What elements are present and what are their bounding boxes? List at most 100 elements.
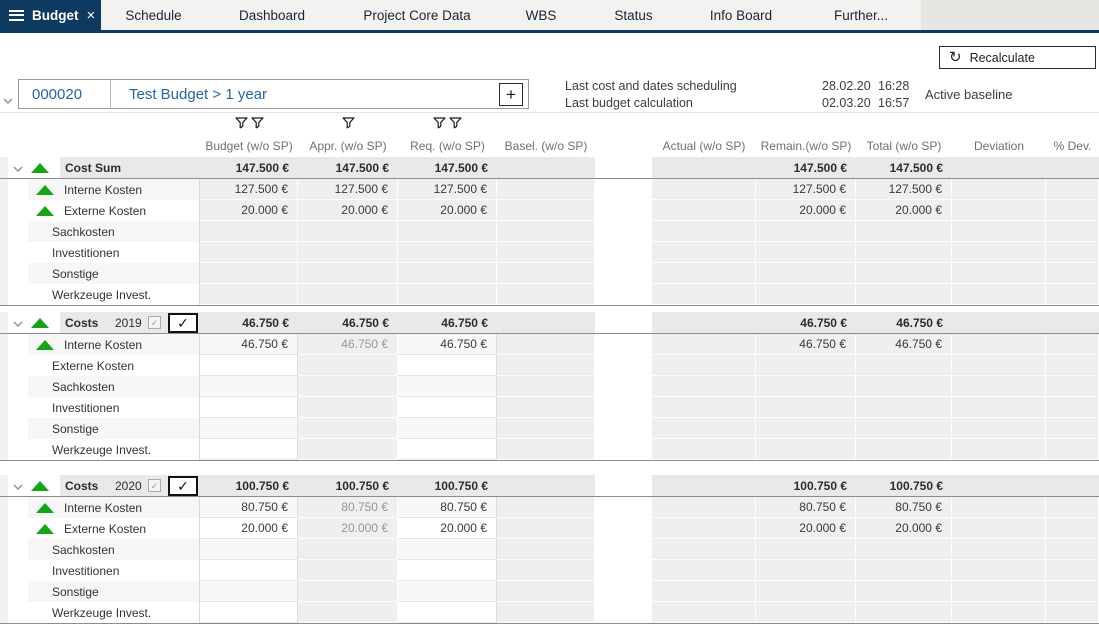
project-name: Test Budget > 1 year	[111, 86, 528, 103]
filter-icons[interactable]	[200, 117, 298, 129]
cell-req[interactable]	[398, 581, 497, 602]
cell-req[interactable]	[398, 439, 497, 460]
scheduling-date: 28.02.20	[822, 78, 878, 95]
filter-icon[interactable]	[235, 117, 248, 129]
hamburger-icon[interactable]	[9, 10, 24, 21]
add-button[interactable]: +	[499, 83, 523, 106]
year-checkbox[interactable]: ✓	[168, 313, 198, 333]
filter-icons[interactable]	[298, 117, 398, 129]
cell-req[interactable]: 46.750 €	[398, 334, 497, 355]
budget-group: Costs2019✓✓46.750 €46.750 €46.750 €46.75…	[0, 312, 1099, 461]
close-icon[interactable]: ×	[87, 8, 96, 23]
row-label-cell: Sachkosten	[28, 376, 200, 397]
cell-budget	[200, 263, 298, 284]
cell-budget[interactable]	[200, 439, 298, 460]
scheduling-label: Last cost and dates scheduling	[565, 78, 822, 95]
year-checkbox[interactable]: ✓	[168, 476, 198, 496]
filter-icon[interactable]	[342, 117, 355, 129]
calculation-date: 02.03.20	[822, 95, 878, 112]
cell-budget[interactable]	[200, 376, 298, 397]
tab-project-core-data[interactable]: Project Core Data	[338, 0, 496, 30]
cell-req[interactable]	[398, 355, 497, 376]
cell-req[interactable]	[398, 602, 497, 623]
cell-budget: 127.500 €	[200, 179, 298, 200]
collapse-chevron-icon[interactable]	[13, 475, 23, 497]
filter-icon[interactable]	[251, 117, 264, 129]
column-gap	[595, 284, 652, 305]
cell-req[interactable]	[398, 539, 497, 560]
tab-info-board[interactable]: Info Board	[681, 0, 801, 30]
cell-budget[interactable]	[200, 581, 298, 602]
cell-req[interactable]: 80.750 €	[398, 497, 497, 518]
row-label: Werkzeuge Invest.	[52, 285, 151, 305]
row-gutter	[0, 284, 8, 305]
cell-budget: 20.000 €	[200, 200, 298, 221]
chevron-down-icon[interactable]	[3, 91, 13, 109]
row-label: Werkzeuge Invest.	[52, 440, 151, 460]
trend-up-icon	[36, 340, 54, 350]
tab-status[interactable]: Status	[586, 0, 681, 30]
tab-further[interactable]: Further...	[801, 0, 921, 30]
cell-appr	[298, 581, 398, 602]
cell-remain	[756, 376, 856, 397]
cell-budget[interactable]	[200, 560, 298, 581]
column-gap	[595, 560, 652, 581]
cell-budget[interactable]: 80.750 €	[200, 497, 298, 518]
cell-req[interactable]	[398, 418, 497, 439]
table-row: Interne Kosten127.500 €127.500 €127.500 …	[0, 179, 1099, 200]
cell-basel	[497, 355, 595, 376]
column-gap	[595, 334, 652, 355]
tab-wbs[interactable]: WBS	[496, 0, 586, 30]
trend-up-icon	[36, 503, 54, 513]
budget-table: Cost Sum147.500 €147.500 €147.500 €147.5…	[0, 157, 1099, 624]
cell-appr	[298, 602, 398, 623]
project-selector[interactable]: 000020 Test Budget > 1 year +	[18, 79, 529, 109]
group-value-remain: 147.500 €	[756, 157, 856, 178]
cell-req[interactable]	[398, 560, 497, 581]
filter-icon[interactable]	[449, 117, 462, 129]
group-value-appr: 46.750 €	[298, 312, 398, 334]
cell-budget[interactable]	[200, 397, 298, 418]
cell-deviation	[952, 376, 1046, 397]
collapse-chevron-icon[interactable]	[13, 157, 23, 179]
table-row: Sachkosten	[0, 539, 1099, 560]
filter-icon[interactable]	[433, 117, 446, 129]
tab-budget-active[interactable]: Budget ×	[0, 0, 101, 30]
filter-icons[interactable]	[398, 117, 497, 129]
group-value-actual	[652, 157, 756, 178]
row-label-cell: Sonstige	[28, 418, 200, 439]
trend-up-icon	[31, 318, 49, 328]
year-checkbox-readonly: ✓	[148, 316, 161, 329]
cell-budget[interactable]: 46.750 €	[200, 334, 298, 355]
cell-deviation	[952, 263, 1046, 284]
group-value-budget: 147.500 €	[200, 157, 298, 179]
tab-schedule[interactable]: Schedule	[101, 0, 206, 30]
cell-total: 46.750 €	[856, 334, 952, 355]
row-label: Investitionen	[52, 398, 119, 418]
row-label-cell: Werkzeuge Invest.	[28, 284, 200, 305]
cell-req: 20.000 €	[398, 200, 497, 221]
cell-pdev	[1046, 355, 1099, 376]
cell-req[interactable]	[398, 376, 497, 397]
scheduling-time: 16:28	[878, 78, 922, 95]
cell-actual	[652, 560, 756, 581]
project-header: 000020 Test Budget > 1 year + Last cost …	[0, 77, 1099, 113]
cell-budget[interactable]: 20.000 €	[200, 518, 298, 539]
table-row: Investitionen	[0, 242, 1099, 263]
cell-budget[interactable]	[200, 355, 298, 376]
cell-budget[interactable]	[200, 418, 298, 439]
cell-deviation	[952, 397, 1046, 418]
cell-budget[interactable]	[200, 539, 298, 560]
collapse-chevron-icon[interactable]	[13, 312, 23, 334]
row-label: Sonstige	[52, 419, 99, 439]
cell-req[interactable]	[398, 397, 497, 418]
row-gutter	[0, 157, 8, 178]
cell-actual	[652, 179, 756, 200]
row-gutter	[0, 263, 8, 284]
cell-budget[interactable]	[200, 602, 298, 623]
row-label: Sachkosten	[52, 540, 115, 560]
tab-dashboard[interactable]: Dashboard	[206, 0, 338, 30]
recalculate-button[interactable]: ↻ Recalculate	[939, 46, 1096, 69]
column-gap	[595, 312, 652, 333]
cell-req[interactable]: 20.000 €	[398, 518, 497, 539]
